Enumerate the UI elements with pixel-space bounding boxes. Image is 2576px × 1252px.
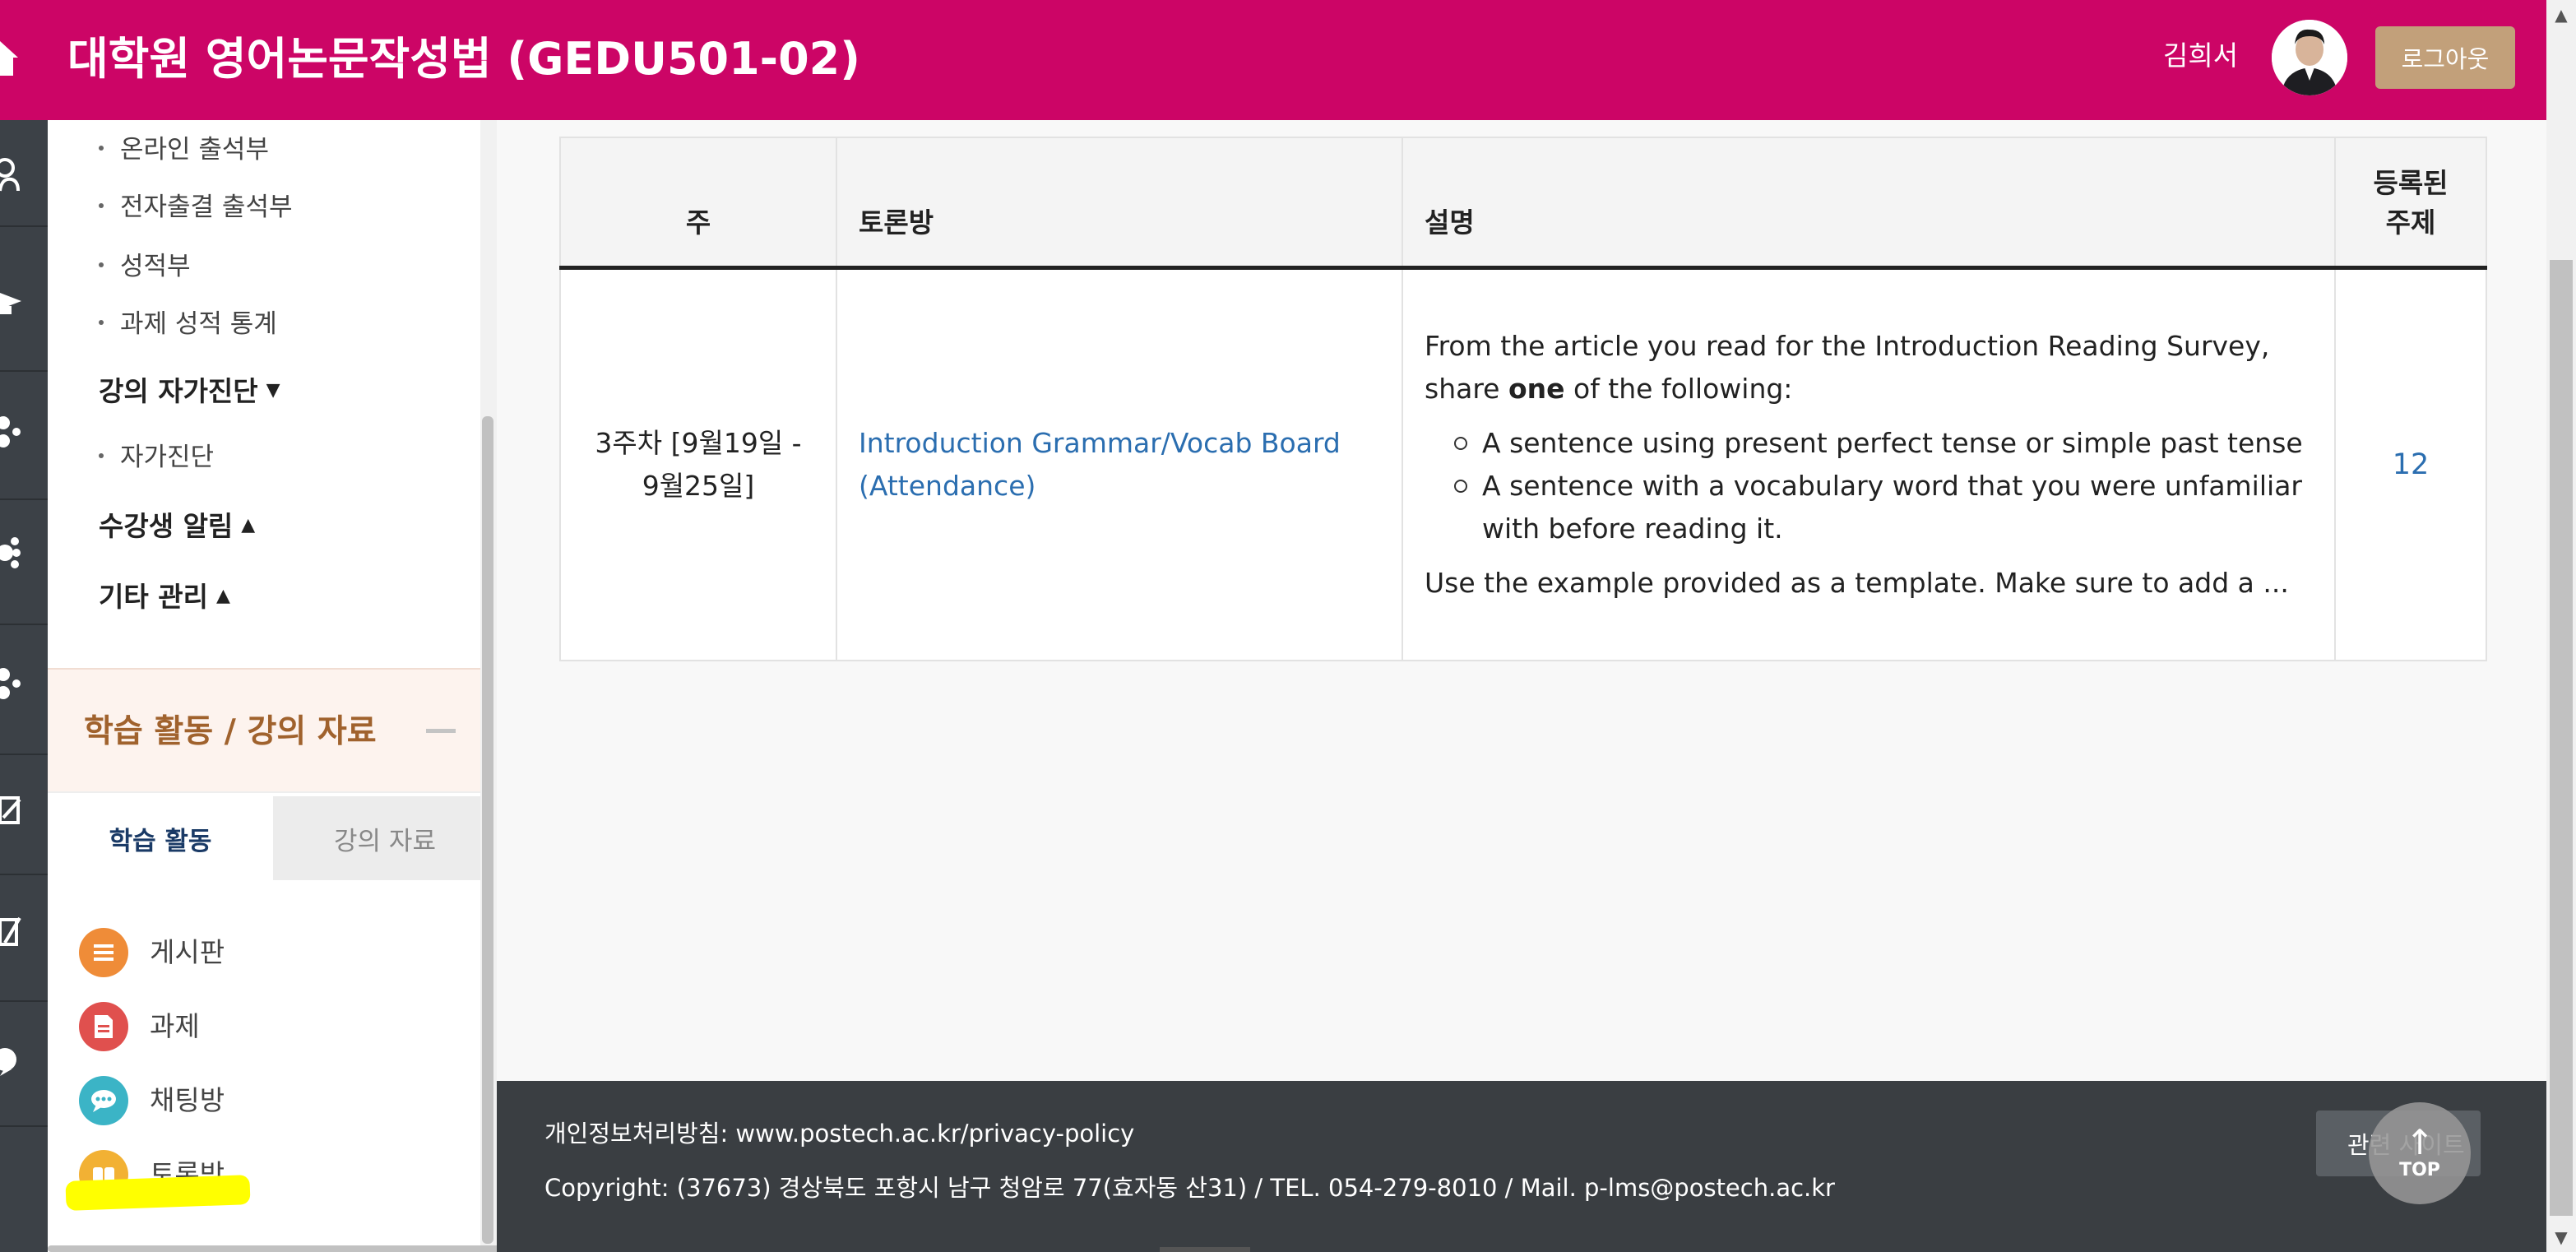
collapse-icon[interactable]	[426, 729, 456, 733]
bullet-icon	[99, 202, 104, 208]
bullet-icon	[99, 319, 104, 325]
home-icon[interactable]	[0, 41, 18, 76]
sidebar-heading-label: 기타 관리	[99, 581, 208, 613]
chat-icon	[79, 1076, 128, 1125]
bullet-icon	[99, 452, 104, 458]
sidebar-item-electronic-attendance[interactable]: 전자출결 출석부	[99, 189, 293, 225]
paw-icon[interactable]	[0, 535, 21, 571]
pencil-icon[interactable]	[0, 913, 21, 949]
course-header: 대학원 영어논문작성법 (GEDU501-02) 김희서 로그아웃	[0, 0, 2546, 120]
sidebar-heading-student-notice[interactable]: 수강생 알림 ▲	[99, 507, 255, 548]
assignment-icon	[79, 1002, 128, 1051]
back-to-top-label: TOP	[2399, 1160, 2440, 1180]
learning-section-header[interactable]: 학습 활동 / 강의 자료	[48, 668, 497, 793]
column-header-topics[interactable]: 등록된 주제	[2334, 137, 2487, 270]
course-sidebar: 온라인 출석부 전자출결 출석부 성적부 과제 성적 통계 강의 자가진단 ▼ 자…	[48, 120, 497, 1252]
edit-icon[interactable]	[0, 793, 21, 829]
sidebar-item-label: 전자출결 출석부	[120, 192, 293, 222]
rail-divider	[0, 498, 48, 500]
icon-rail	[0, 120, 48, 1252]
sidebar-heading-label: 강의 자가진단	[99, 375, 258, 407]
sidebar-item-assignment-stats[interactable]: 과제 성적 통계	[99, 306, 277, 342]
rail-divider	[0, 624, 48, 625]
rail-divider	[0, 754, 48, 755]
scroll-indicator	[1160, 1247, 1250, 1252]
graduation-cap-icon[interactable]	[0, 285, 21, 321]
description-list: A sentence using present perfect tense o…	[1425, 422, 2313, 550]
chat-icon[interactable]	[0, 1043, 21, 1079]
sidebar-scrollbar-thumb[interactable]	[482, 416, 493, 1244]
rail-divider	[0, 1125, 48, 1127]
rail-divider	[0, 874, 48, 875]
topic-count-cell: 12	[2334, 267, 2487, 661]
activity-board[interactable]: 게시판	[79, 926, 408, 979]
person-icon[interactable]	[0, 156, 21, 192]
sidebar-heading-etc[interactable]: 기타 관리 ▲	[99, 577, 230, 619]
table-header-row: 주 토론방 설명 등록된 주제	[559, 137, 2487, 270]
section-title: 학습 활동 / 강의 자료	[84, 713, 377, 750]
sidebar-item-gradebook[interactable]: 성적부	[99, 248, 191, 285]
rail-divider	[0, 1000, 48, 1002]
activity-label: 과제	[150, 1010, 200, 1042]
sidebar-item-self-diagnosis[interactable]: 자가진단	[99, 439, 214, 475]
sidebar-item-label: 성적부	[120, 252, 191, 281]
group-icon[interactable]	[0, 665, 21, 701]
logout-button[interactable]: 로그아웃	[2375, 26, 2515, 89]
group-icon[interactable]	[0, 413, 21, 449]
column-header-topics-line2: 주제	[2385, 206, 2436, 239]
description-list-item: A sentence using present perfect tense o…	[1454, 422, 2313, 465]
activity-assignment[interactable]: 과제	[79, 1000, 408, 1053]
course-title: 대학원 영어논문작성법 (GEDU501-02)	[67, 33, 860, 85]
tab-learning-activities[interactable]: 학습 활동	[48, 796, 273, 880]
scroll-up-icon[interactable]: ▲	[2550, 3, 2573, 26]
board-icon	[79, 928, 128, 977]
activity-label: 게시판	[150, 936, 225, 968]
topic-count-link[interactable]: 12	[2393, 448, 2430, 481]
bullet-icon	[99, 145, 104, 151]
user-name[interactable]: 김희서	[2163, 33, 2238, 79]
description-cell: From the article you read for the Introd…	[1402, 267, 2336, 661]
description-intro-post: of the following:	[1564, 372, 1793, 405]
avatar[interactable]	[2272, 20, 2347, 95]
description-intro: From the article you read for the Introd…	[1425, 325, 2313, 410]
board-link[interactable]: Introduction Grammar/Vocab Board (Attend…	[859, 427, 1341, 502]
sidebar-item-online-attendance[interactable]: 온라인 출석부	[99, 132, 269, 168]
description-list-item: A sentence with a vocabulary word that y…	[1454, 465, 2313, 550]
caret-up-icon: ▲	[241, 514, 256, 536]
tab-course-materials[interactable]: 강의 자료	[273, 796, 497, 880]
footer-copyright: Copyright: (37673) 경상북도 포항시 남구 청암로 77(효자…	[544, 1174, 1835, 1202]
bullet-icon	[99, 262, 104, 267]
column-header-description[interactable]: 설명	[1402, 137, 2336, 270]
board-cell: Introduction Grammar/Vocab Board (Attend…	[836, 267, 1403, 661]
sidebar-heading-label: 수강생 알림	[99, 510, 234, 542]
description-intro-bold: one	[1508, 372, 1565, 405]
footer: 개인정보처리방침: www.postech.ac.kr/privacy-poli…	[497, 1081, 2546, 1252]
sidebar-item-label: 과제 성적 통계	[120, 309, 277, 339]
scroll-down-icon[interactable]: ▼	[2550, 1226, 2573, 1249]
rail-divider	[0, 225, 48, 227]
rail-divider	[0, 370, 48, 372]
discussion-table: 주 토론방 설명 등록된 주제 3주차 [9월19일 - 9월25일] Intr…	[559, 137, 2487, 661]
description-outro: Use the example provided as a template. …	[1425, 566, 2289, 599]
week-cell: 3주차 [9월19일 - 9월25일]	[559, 267, 837, 661]
sidebar-item-label: 온라인 출석부	[120, 135, 269, 165]
table-row: 3주차 [9월19일 - 9월25일] Introduction Grammar…	[559, 267, 2487, 661]
column-header-topics-line1: 등록된	[2373, 166, 2449, 199]
activity-chat[interactable]: 채팅방	[79, 1074, 408, 1127]
sidebar-item-label: 자가진단	[120, 443, 215, 472]
activity-label: 채팅방	[150, 1084, 225, 1116]
column-header-week[interactable]: 주	[559, 137, 837, 270]
caret-down-icon: ▼	[266, 379, 280, 401]
footer-privacy[interactable]: 개인정보처리방침: www.postech.ac.kr/privacy-poli…	[544, 1115, 1134, 1152]
page-scrollbar-thumb[interactable]	[2550, 260, 2573, 1216]
caret-up-icon: ▲	[215, 585, 230, 606]
column-header-board[interactable]: 토론방	[836, 137, 1403, 270]
sidebar-heading-self-diagnosis[interactable]: 강의 자가진단 ▼	[99, 372, 280, 413]
arrow-up-icon: ↑	[2405, 1122, 2435, 1162]
back-to-top-button[interactable]: ↑ TOP	[2369, 1102, 2471, 1204]
